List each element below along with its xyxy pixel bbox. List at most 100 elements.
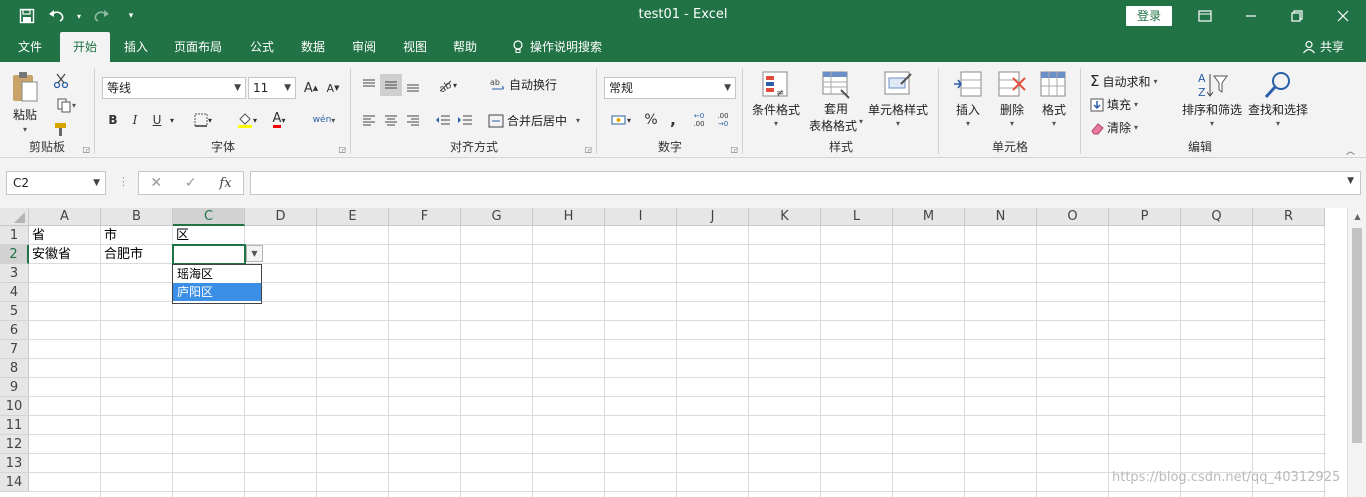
cell-a2[interactable]: 安徽省 (29, 245, 101, 264)
cell-b1[interactable]: 市 (101, 226, 173, 245)
tab-review[interactable]: 审阅 (340, 32, 388, 62)
format-cells-button[interactable]: 格式 ▾ (1034, 70, 1074, 128)
dropdown-option[interactable]: 庐阳区 (173, 283, 261, 301)
row-header-12[interactable]: 12 (0, 435, 29, 454)
copy-icon[interactable]: ▾ (50, 94, 82, 116)
column-header-n[interactable]: N (965, 208, 1037, 226)
dropdown-option[interactable]: 瑶海区 (173, 265, 261, 283)
column-header-c[interactable]: C (173, 208, 245, 226)
column-header-k[interactable]: K (749, 208, 821, 226)
cut-icon[interactable] (50, 70, 72, 92)
confirm-entry-icon[interactable]: ✓ (185, 175, 197, 191)
grow-font-button[interactable]: A ▲ (300, 77, 322, 99)
clipboard-launcher-icon[interactable]: ◲ (82, 145, 90, 154)
sort-filter-button[interactable]: AZ 排序和筛选 ▾ (1178, 70, 1246, 128)
tab-help[interactable]: 帮助 (442, 32, 488, 62)
scroll-up-icon[interactable]: ▲ (1348, 208, 1366, 225)
login-button[interactable]: 登录 (1126, 6, 1172, 26)
row-header-14[interactable]: 14 (0, 473, 29, 492)
column-header-g[interactable]: G (461, 208, 533, 226)
insert-function-button[interactable]: fx (219, 176, 231, 191)
column-header-b[interactable]: B (101, 208, 173, 226)
row-header-5[interactable]: 5 (0, 302, 29, 321)
row-header-8[interactable]: 8 (0, 359, 29, 378)
formula-input[interactable]: ▼ (250, 171, 1361, 195)
column-header-f[interactable]: F (389, 208, 461, 226)
wrap-text-button[interactable]: ab 自动换行 (490, 76, 557, 93)
share-button[interactable]: 共享 (1302, 32, 1344, 62)
phonetic-guide-button[interactable]: wén ▾ (308, 109, 340, 131)
font-name-combo[interactable]: 等线 ▼ (102, 77, 246, 99)
tab-insert[interactable]: 插入 (114, 32, 158, 62)
cell-a1[interactable]: 省 (29, 226, 101, 245)
bold-button[interactable]: B (102, 109, 124, 131)
format-as-table-button[interactable]: 套用 表格格式 ▾ (806, 70, 866, 134)
column-header-r[interactable]: R (1253, 208, 1325, 226)
column-header-i[interactable]: I (605, 208, 677, 226)
shrink-font-button[interactable]: A ▼ (322, 77, 344, 99)
underline-dropdown-icon[interactable]: ▾ (166, 109, 178, 131)
font-size-combo[interactable]: 11 ▼ (248, 77, 296, 99)
close-icon[interactable] (1320, 0, 1366, 32)
active-cell-c2[interactable] (172, 244, 246, 265)
cancel-entry-icon[interactable]: ✕ (150, 175, 162, 191)
cell-c1[interactable]: 区 (173, 226, 245, 245)
increase-decimal-icon[interactable]: ←0.00 (688, 109, 710, 131)
italic-button[interactable]: I (124, 109, 146, 131)
column-header-h[interactable]: H (533, 208, 605, 226)
align-center-icon[interactable] (380, 109, 402, 131)
tab-formulas[interactable]: 公式 (238, 32, 286, 62)
vertical-scrollbar[interactable]: ▲ (1347, 208, 1366, 497)
orientation-button[interactable]: ab▾ (432, 74, 462, 96)
column-header-a[interactable]: A (29, 208, 101, 226)
font-launcher-icon[interactable]: ◲ (338, 145, 346, 154)
paste-dropdown-icon[interactable]: ▾ (23, 125, 27, 134)
autosum-button[interactable]: Σ 自动求和 ▾ (1090, 72, 1158, 90)
column-header-p[interactable]: P (1109, 208, 1181, 226)
tab-page-layout[interactable]: 页面布局 (166, 32, 230, 62)
dropdown-arrow-icon[interactable]: ▼ (246, 245, 263, 262)
number-launcher-icon[interactable]: ◲ (730, 145, 738, 154)
decrease-indent-icon[interactable] (432, 109, 454, 131)
row-header-3[interactable]: 3 (0, 264, 29, 283)
percent-button[interactable]: % (640, 109, 662, 131)
tab-home[interactable]: 开始 (60, 32, 110, 62)
expand-formula-bar-icon[interactable]: ▼ (1347, 176, 1354, 186)
column-header-q[interactable]: Q (1181, 208, 1253, 226)
delete-cells-button[interactable]: 删除 ▾ (992, 70, 1032, 128)
row-header-10[interactable]: 10 (0, 397, 29, 416)
number-format-combo[interactable]: 常规 ▼ (604, 77, 736, 99)
decrease-decimal-icon[interactable]: .00 →0 (712, 109, 734, 131)
row-header-4[interactable]: 4 (0, 283, 29, 302)
tell-me-search[interactable]: 操作说明搜索 (504, 32, 610, 62)
fill-button[interactable]: 填充 ▾ (1090, 96, 1138, 113)
row-header-9[interactable]: 9 (0, 378, 29, 397)
align-bottom-icon[interactable] (402, 74, 424, 96)
tab-file[interactable]: 文件 (8, 32, 52, 62)
alignment-launcher-icon[interactable]: ◲ (584, 145, 592, 154)
paste-button[interactable]: 粘贴 ▾ (10, 70, 40, 134)
row-header-6[interactable]: 6 (0, 321, 29, 340)
borders-button[interactable]: ▾ (188, 109, 218, 131)
currency-format-button[interactable]: ▾ (604, 109, 638, 131)
column-header-o[interactable]: O (1037, 208, 1109, 226)
select-all-button[interactable] (0, 208, 29, 226)
cell-styles-button[interactable]: 单元格样式 ▾ (866, 70, 930, 128)
merge-center-button[interactable]: 合并后居中 ▾ (488, 112, 580, 129)
column-header-d[interactable]: D (245, 208, 317, 226)
increase-indent-icon[interactable] (454, 109, 476, 131)
clear-button[interactable]: 清除 ▾ (1090, 119, 1138, 136)
find-select-button[interactable]: 查找和选择 ▾ (1244, 70, 1312, 128)
row-header-1[interactable]: 1 (0, 226, 29, 245)
conditional-formatting-button[interactable]: ≠ 条件格式 ▾ (750, 70, 802, 128)
minimize-icon[interactable] (1228, 0, 1274, 32)
ribbon-display-options-icon[interactable] (1182, 0, 1228, 32)
column-header-j[interactable]: J (677, 208, 749, 226)
collapse-ribbon-icon[interactable]: ︿ (1346, 144, 1355, 157)
column-header-l[interactable]: L (821, 208, 893, 226)
restore-icon[interactable] (1274, 0, 1320, 32)
name-box[interactable]: C2 ▼ (6, 171, 106, 195)
insert-cells-button[interactable]: 插入 ▾ (948, 70, 988, 128)
row-header-7[interactable]: 7 (0, 340, 29, 359)
scrollbar-thumb[interactable] (1352, 228, 1362, 443)
